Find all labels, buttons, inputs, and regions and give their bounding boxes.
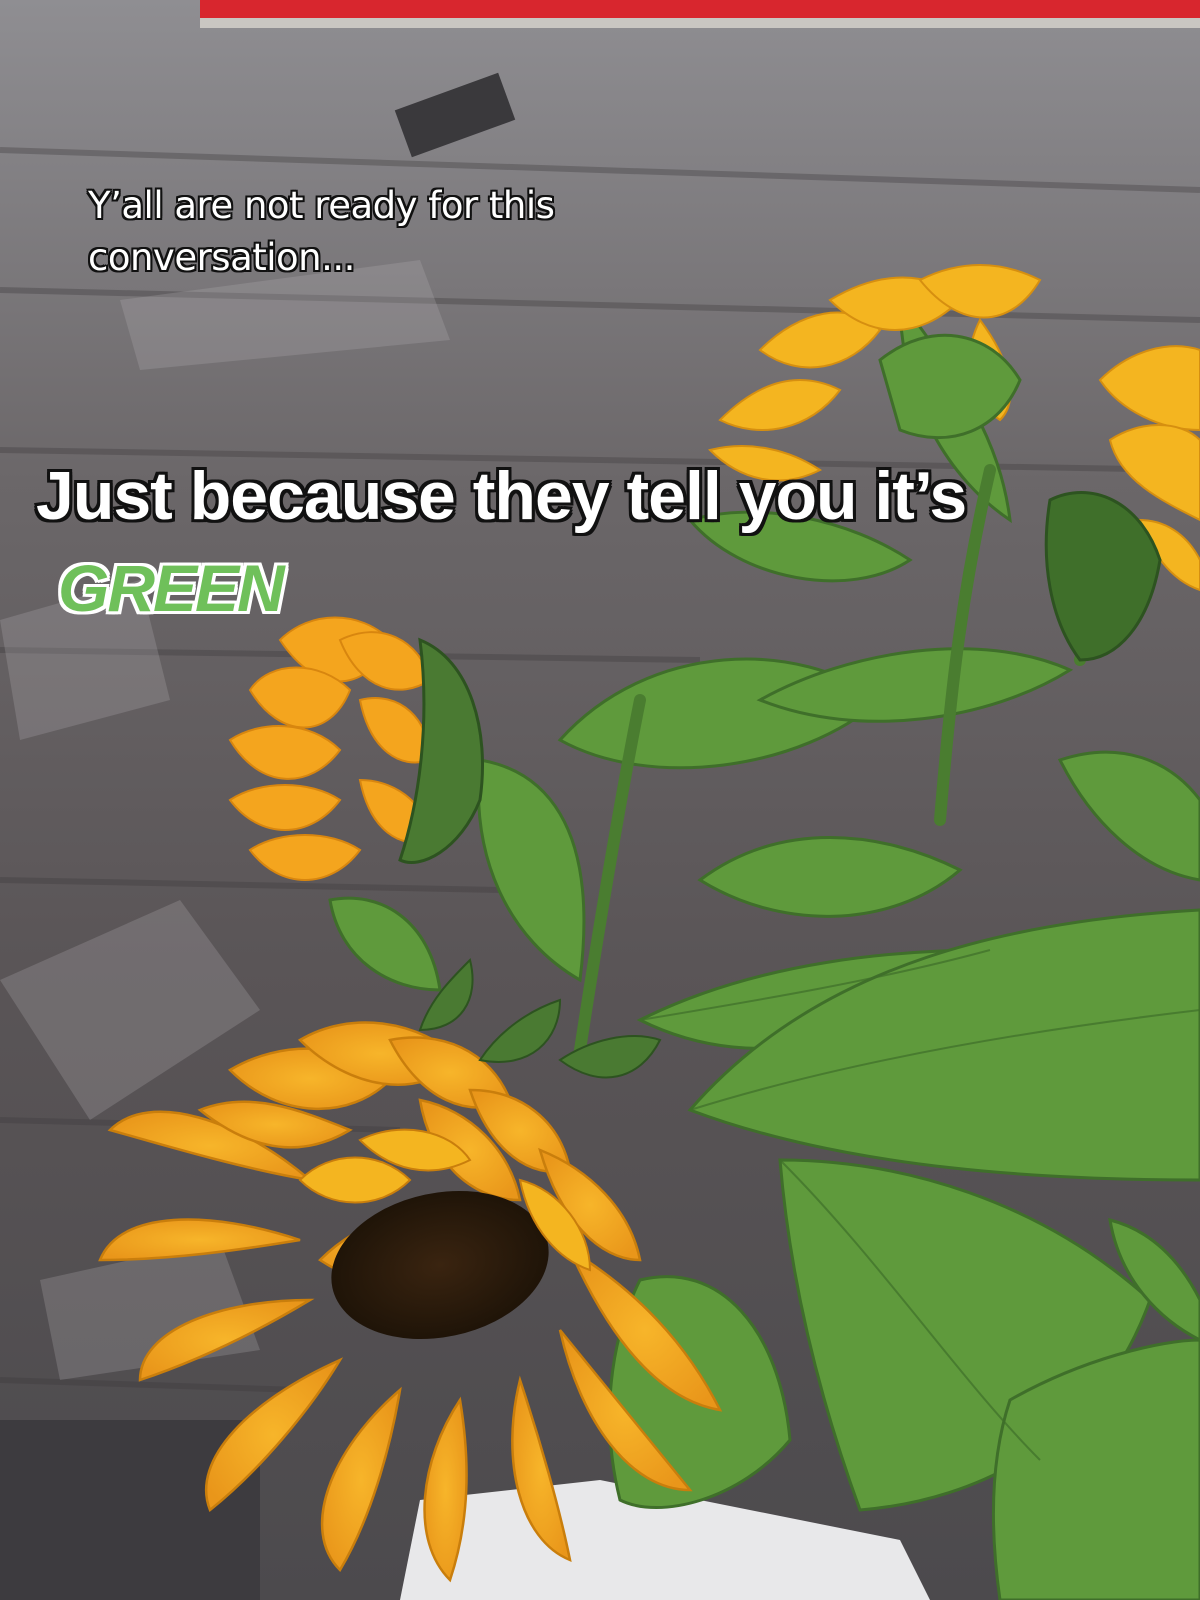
headline-text: Just because they tell you it’s [36,458,967,534]
top-caption-text: Y’all are not ready for this conversatio… [88,184,555,279]
highlight-word: GREEN [58,551,285,625]
top-caption: Y’all are not ready for this conversatio… [88,180,648,284]
video-frame: Y’all are not ready for this conversatio… [0,0,1200,1600]
headline-caption: Just because they tell you it’s GREEN [36,450,1036,634]
